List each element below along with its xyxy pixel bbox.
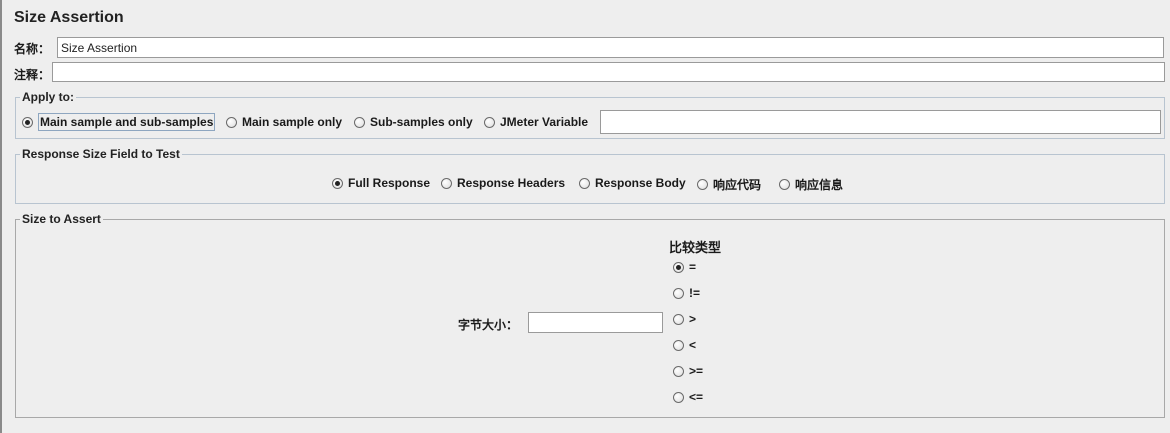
radio-icon	[673, 313, 684, 325]
apply-main-and-sub-radio[interactable]: Main sample and sub-samples	[22, 113, 216, 131]
apply-sub-only-radio[interactable]: Sub-samples only	[354, 115, 473, 129]
byte-size-label: 字节大小：	[458, 318, 519, 332]
comment-field[interactable]	[52, 62, 1165, 82]
radio-label: Sub-samples only	[370, 115, 473, 129]
compare-greater-radio[interactable]: >	[673, 312, 696, 326]
radio-icon	[441, 177, 452, 189]
byte-size-input[interactable]	[528, 312, 663, 333]
compare-not-equal-radio[interactable]: !=	[673, 286, 700, 300]
radio-label: Response Body	[595, 176, 686, 190]
compare-equal-radio[interactable]: =	[673, 260, 696, 274]
response-message-radio[interactable]: 响应信息	[779, 176, 843, 193]
radio-label: >	[689, 312, 697, 326]
response-headers-radio[interactable]: Response Headers	[441, 176, 565, 190]
radio-icon	[484, 116, 495, 128]
radio-label: Main sample only	[242, 115, 343, 129]
radio-label: <=	[689, 390, 704, 404]
name-label: 名称：	[14, 42, 51, 56]
radio-label: JMeter Variable	[500, 115, 589, 129]
page-title: Size Assertion	[14, 9, 124, 26]
apply-main-only-radio[interactable]: Main sample only	[226, 115, 342, 129]
radio-icon	[673, 391, 684, 403]
radio-label: 响应信息	[795, 178, 844, 192]
radio-label: Full Response	[348, 176, 431, 190]
apply-to-legend: Apply to:	[20, 90, 76, 104]
radio-icon	[673, 287, 684, 299]
radio-icon	[779, 179, 790, 190]
radio-label: Response Headers	[457, 176, 566, 190]
compare-less-equal-radio[interactable]: <=	[673, 390, 703, 404]
radio-icon	[579, 177, 590, 189]
radio-icon	[673, 365, 684, 377]
radio-icon	[697, 179, 708, 190]
response-body-radio[interactable]: Response Body	[579, 176, 686, 190]
radio-label: <	[689, 338, 697, 352]
response-code-radio[interactable]: 响应代码	[697, 176, 761, 193]
radio-selected-icon	[673, 261, 684, 273]
compare-greater-equal-radio[interactable]: >=	[673, 364, 703, 378]
radio-label: !=	[689, 286, 701, 300]
radio-icon	[673, 339, 684, 351]
radio-label: 响应代码	[713, 178, 762, 192]
comparison-type-label: 比较类型	[669, 240, 722, 255]
radio-selected-icon	[22, 116, 33, 128]
radio-icon	[354, 116, 365, 128]
response-field-legend: Response Size Field to Test	[20, 147, 182, 161]
radio-icon	[226, 116, 237, 128]
size-to-assert-legend: Size to Assert	[20, 212, 103, 226]
apply-jmeter-variable-radio[interactable]: JMeter Variable	[484, 115, 588, 129]
radio-selected-icon	[332, 177, 343, 189]
compare-less-radio[interactable]: <	[673, 338, 696, 352]
window-left-border	[0, 0, 2, 433]
radio-label: Main sample and sub-samples	[38, 113, 216, 131]
full-response-radio[interactable]: Full Response	[332, 176, 430, 190]
radio-label: >=	[689, 364, 704, 378]
jmeter-variable-input[interactable]	[600, 110, 1161, 134]
radio-label: =	[689, 260, 697, 274]
name-field[interactable]	[57, 37, 1164, 58]
comment-label: 注释：	[14, 68, 51, 82]
